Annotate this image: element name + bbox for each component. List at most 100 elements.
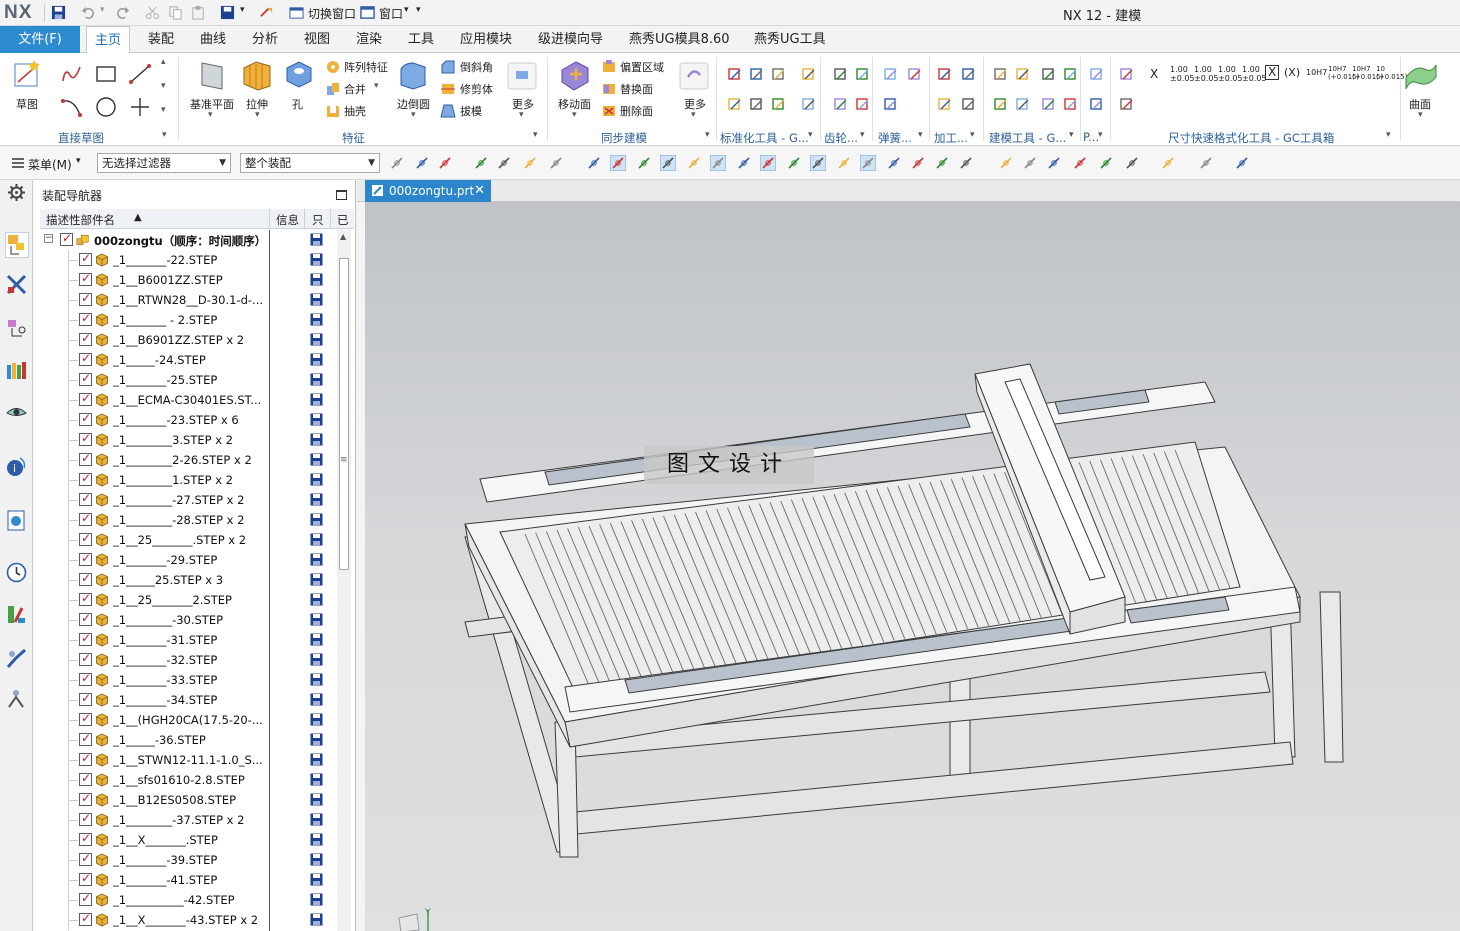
- maximize-icon[interactable]: [336, 190, 347, 200]
- switch-window-icon[interactable]: [289, 5, 304, 20]
- switch-window-button[interactable]: 切换窗口: [308, 5, 356, 22]
- column-readonly-header[interactable]: 只: [312, 212, 324, 228]
- window-dropdown-icon[interactable]: ▾: [404, 5, 409, 15]
- chamfer-button[interactable]: 倒斜角: [460, 59, 493, 75]
- gc-tool-icon[interactable]: [749, 67, 765, 83]
- save-icon[interactable]: [51, 5, 66, 20]
- visibility-checkbox[interactable]: [79, 351, 92, 366]
- tree-row[interactable]: _1__X_______-43.STEP x 2: [40, 910, 336, 930]
- gc-tool-icon[interactable]: [1015, 67, 1031, 83]
- gc-tool-icon[interactable]: [937, 67, 953, 83]
- gc-tool-icon[interactable]: [1063, 97, 1079, 113]
- gc-tool-icon[interactable]: [801, 67, 817, 83]
- tree-row[interactable]: _1_______-25.STEP: [40, 370, 336, 390]
- tree-row[interactable]: _1_______-33.STEP: [40, 670, 336, 690]
- column-name-header[interactable]: 描述性部件名: [46, 212, 115, 228]
- selection-tool-icon[interactable]: [934, 155, 950, 171]
- surface-dropdown-icon[interactable]: ▾: [1418, 110, 1423, 120]
- selection-tool-icon[interactable]: [389, 155, 405, 171]
- palette-icon[interactable]: [6, 604, 27, 625]
- pattern-feature-button[interactable]: 阵列特征: [344, 59, 388, 75]
- sync-expand-icon[interactable]: ▾: [705, 130, 710, 140]
- visibility-checkbox[interactable]: [79, 491, 92, 506]
- scrollbar-thumb[interactable]: [339, 258, 349, 570]
- visibility-checkbox[interactable]: [79, 611, 92, 626]
- tree-row[interactable]: _1__________-42.STEP: [40, 890, 336, 910]
- gc-tool-icon[interactable]: [961, 97, 977, 113]
- gc-tool-icon[interactable]: [833, 97, 849, 113]
- move-face-dropdown-icon[interactable]: ▾: [572, 110, 577, 120]
- more-feature-icon[interactable]: [506, 61, 538, 91]
- dim-fit-tol-1-button[interactable]: 10H7 (+0.015): [1328, 65, 1359, 81]
- selection-tool-icon[interactable]: [998, 155, 1014, 171]
- gc-tool-icon[interactable]: [1041, 67, 1057, 83]
- gear-icon[interactable]: [6, 182, 27, 203]
- visibility-checkbox[interactable]: [79, 851, 92, 866]
- more-feature-dropdown-icon[interactable]: ▾: [519, 110, 524, 120]
- gc-tool-icon[interactable]: [727, 97, 743, 113]
- visibility-checkbox[interactable]: [79, 291, 92, 306]
- visibility-checkbox[interactable]: [79, 391, 92, 406]
- history-clock-icon[interactable]: [6, 562, 27, 583]
- sort-ascending-icon[interactable]: ▲: [134, 212, 142, 223]
- tree-row[interactable]: _1__STWN12-11.1-1.0_S...: [40, 750, 336, 770]
- selection-tool-icon[interactable]: [610, 155, 626, 171]
- tree-row[interactable]: _1__25_______.STEP x 2: [40, 530, 336, 550]
- hole-button[interactable]: 孔: [292, 96, 303, 112]
- gc-tool-icon[interactable]: [855, 97, 871, 113]
- offset-region-button[interactable]: 偏置区域: [620, 59, 664, 75]
- visibility-checkbox[interactable]: [79, 771, 92, 786]
- sketch-icon[interactable]: [12, 58, 44, 90]
- edge-blend-dropdown-icon[interactable]: ▾: [411, 110, 416, 120]
- tree-row[interactable]: _1__(HGH20CA(17.5-20-...: [40, 710, 336, 730]
- selection-tool-icon[interactable]: [496, 155, 512, 171]
- tab-yanxiu-mold[interactable]: 燕秀UG模具8.60: [629, 26, 730, 53]
- column-modified-header[interactable]: 已: [337, 212, 349, 228]
- point-icon[interactable]: [128, 95, 152, 119]
- selection-tool-icon[interactable]: [836, 155, 852, 171]
- info-icon[interactable]: i: [6, 456, 27, 477]
- tab-progressive-die[interactable]: 级进模向导: [538, 26, 603, 53]
- tab-yanxiu-tools[interactable]: 燕秀UG工具: [754, 26, 826, 53]
- collapse-icon[interactable]: −: [44, 234, 53, 243]
- visibility-checkbox[interactable]: [79, 311, 92, 326]
- gc-tool-icon[interactable]: [1015, 97, 1031, 113]
- sketch-gallery-down-icon[interactable]: ▾: [161, 81, 166, 91]
- datum-plane-dropdown-icon[interactable]: ▾: [208, 110, 213, 120]
- visibility-checkbox[interactable]: [79, 331, 92, 346]
- gc-tool-icon[interactable]: [1119, 97, 1135, 113]
- tab-file[interactable]: 文件(F): [0, 26, 80, 53]
- surface-icon[interactable]: [1404, 59, 1438, 91]
- selection-filter-select[interactable]: 无选择过滤器 ▼: [97, 153, 231, 173]
- gc-tool-icon[interactable]: [937, 97, 953, 113]
- unite-button[interactable]: 合并: [344, 81, 366, 97]
- selection-tool-icon[interactable]: [437, 155, 453, 171]
- tree-row[interactable]: _1_______-31.STEP: [40, 630, 336, 650]
- window-icon[interactable]: [360, 5, 375, 20]
- selection-tool-icon[interactable]: [1072, 155, 1088, 171]
- tree-row[interactable]: _1_______-29.STEP: [40, 550, 336, 570]
- delete-face-button[interactable]: 删除面: [620, 103, 653, 119]
- visibility-checkbox[interactable]: [79, 511, 92, 526]
- gc-tool-icon[interactable]: [883, 67, 899, 83]
- selection-tool-icon[interactable]: [1234, 155, 1250, 171]
- tree-row[interactable]: _1__B6001ZZ.STEP: [40, 270, 336, 290]
- offset-region-icon[interactable]: [601, 59, 617, 75]
- visibility-checkbox[interactable]: [79, 551, 92, 566]
- visibility-checkbox[interactable]: [79, 471, 92, 486]
- copy-icon[interactable]: [168, 5, 183, 20]
- cut-icon[interactable]: [145, 5, 160, 20]
- tree-row[interactable]: _1__B12ES0508.STEP: [40, 790, 336, 810]
- visibility-checkbox[interactable]: [79, 911, 92, 926]
- selection-tool-icon[interactable]: [1160, 155, 1176, 171]
- feature-expand-icon[interactable]: ▾: [533, 130, 538, 140]
- tab-analysis[interactable]: 分析: [252, 26, 278, 53]
- edge-blend-icon[interactable]: [397, 59, 429, 91]
- selection-tool-icon[interactable]: [660, 155, 676, 171]
- pattern-feature-icon[interactable]: [325, 59, 341, 75]
- circle-icon[interactable]: [94, 95, 118, 119]
- visibility-checkbox[interactable]: [79, 591, 92, 606]
- dim-box-x-button[interactable]: X: [1265, 65, 1280, 80]
- selection-tool-icon[interactable]: [958, 155, 974, 171]
- selection-tool-icon[interactable]: [910, 155, 926, 171]
